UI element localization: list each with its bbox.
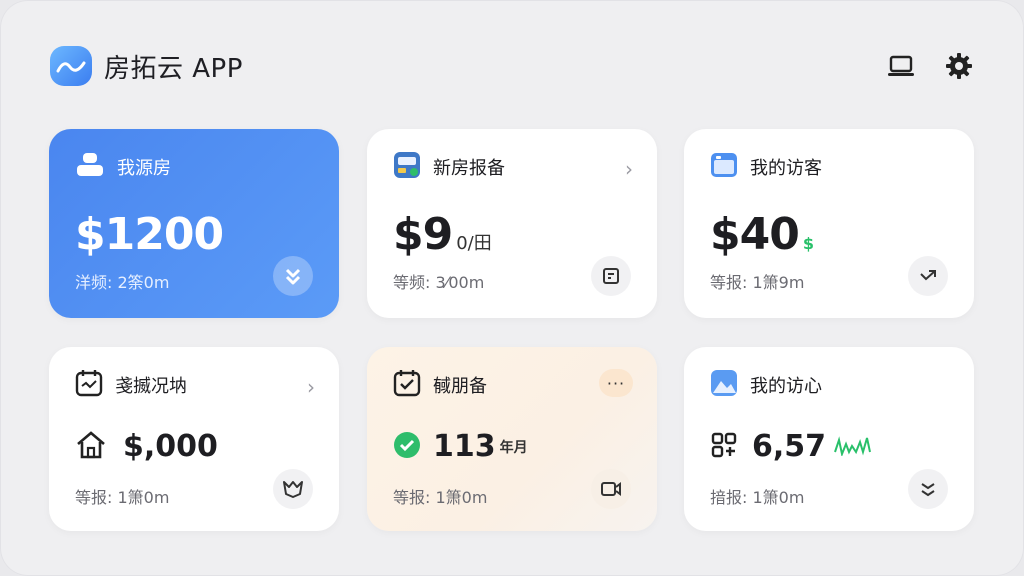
card-header: 戔揻况㘨	[75, 369, 313, 401]
trend-arrow-icon[interactable]	[908, 256, 948, 296]
card-title: 我的访客	[750, 158, 822, 179]
card-title: 我源房	[117, 158, 171, 179]
video-icon[interactable]	[591, 469, 631, 509]
report-app-icon	[393, 151, 421, 183]
calendar-icon	[75, 369, 103, 401]
card-appointments[interactable]: 戫朋备 ··· 113 年月 等报: 1箫0m	[367, 347, 657, 531]
card-unit: 年月	[499, 439, 528, 456]
card-subtext: 等报: 1箫0m	[75, 488, 170, 507]
calendar-check-icon	[393, 369, 421, 401]
card-value-row: $40 $	[710, 209, 814, 260]
card-header: 我的访心	[710, 369, 948, 401]
chevron-right-icon[interactable]: ›	[625, 157, 633, 181]
card-title: 戫朋备	[433, 376, 487, 397]
card-my-visitors[interactable]: 我的访客 $40 $ 等报: 1箫9m	[684, 129, 974, 318]
check-circle-icon	[393, 431, 421, 463]
card-value-row: $,000	[75, 429, 218, 464]
card-title: 新房报备	[433, 158, 505, 179]
card-my-favorites[interactable]: 我的访心 6,57 揞报: 1箫0m	[684, 347, 974, 531]
card-value-row: 113 年月	[393, 429, 528, 464]
chevron-right-icon[interactable]: ›	[307, 375, 315, 399]
app-title: 房拓云 APP	[104, 53, 243, 84]
app-window: 房拓云 APP 我源房 $1200 洋频: 2筡0m 新房报备 › $9 0/田…	[0, 0, 1024, 576]
card-subtext: 等报: 1箫0m	[393, 488, 488, 507]
mountain-image-icon	[710, 369, 738, 401]
more-options-button[interactable]: ···	[599, 369, 633, 397]
card-my-listings[interactable]: 我源房 $1200 洋频: 2筡0m	[49, 129, 339, 318]
header-actions	[886, 51, 974, 81]
card-value: $40	[710, 209, 800, 260]
card-value: 6,57	[752, 429, 827, 464]
home-icon	[75, 430, 107, 464]
card-header: 我源房	[75, 151, 313, 183]
dashboard-grid: 我源房 $1200 洋频: 2筡0m 新房报备 › $9 0/田 等频: 3⁄0…	[49, 129, 974, 531]
card-subtext: 等报: 1箫9m	[710, 273, 805, 292]
calendar-folder-icon	[710, 151, 738, 183]
card-value: 113	[433, 429, 496, 464]
app-header: 房拓云 APP	[50, 44, 974, 88]
settings-gear-icon[interactable]	[944, 51, 974, 81]
card-subtext: 等频: 3⁄00m	[393, 273, 485, 292]
card-value: $1200	[75, 209, 224, 260]
laptop-icon[interactable]	[886, 51, 916, 81]
ribbon-badge-icon[interactable]	[273, 469, 313, 509]
card-schedule[interactable]: 戔揻况㘨 › $,000 等报: 1箫0m	[49, 347, 339, 531]
user-stack-icon	[75, 152, 105, 182]
card-value-row: $1200	[75, 209, 224, 260]
document-icon[interactable]	[591, 256, 631, 296]
sparkline-icon	[834, 434, 872, 460]
card-value: $9	[393, 209, 453, 260]
card-unit: $	[802, 234, 814, 253]
card-unit: 0/田	[456, 233, 492, 254]
card-value-row: $9 0/田	[393, 209, 492, 260]
card-new-house-report[interactable]: 新房报备 › $9 0/田 等频: 3⁄00m	[367, 129, 657, 318]
card-value: $,000	[123, 429, 218, 464]
card-subtext: 揞报: 1箫0m	[710, 488, 805, 507]
card-value-row: 6,57	[710, 429, 872, 464]
card-header: 戫朋备	[393, 369, 631, 401]
card-title: 我的访心	[750, 376, 822, 397]
card-header: 新房报备	[393, 151, 631, 183]
layout-grid-icon	[710, 431, 738, 463]
double-chevron-down-icon[interactable]	[273, 256, 313, 296]
card-title: 戔揻况㘨	[115, 376, 187, 397]
card-subtext: 洋频: 2筡0m	[75, 273, 170, 292]
double-chevron-icon[interactable]	[908, 469, 948, 509]
card-header: 我的访客	[710, 151, 948, 183]
brand: 房拓云 APP	[50, 46, 243, 86]
app-logo-icon	[50, 46, 92, 86]
